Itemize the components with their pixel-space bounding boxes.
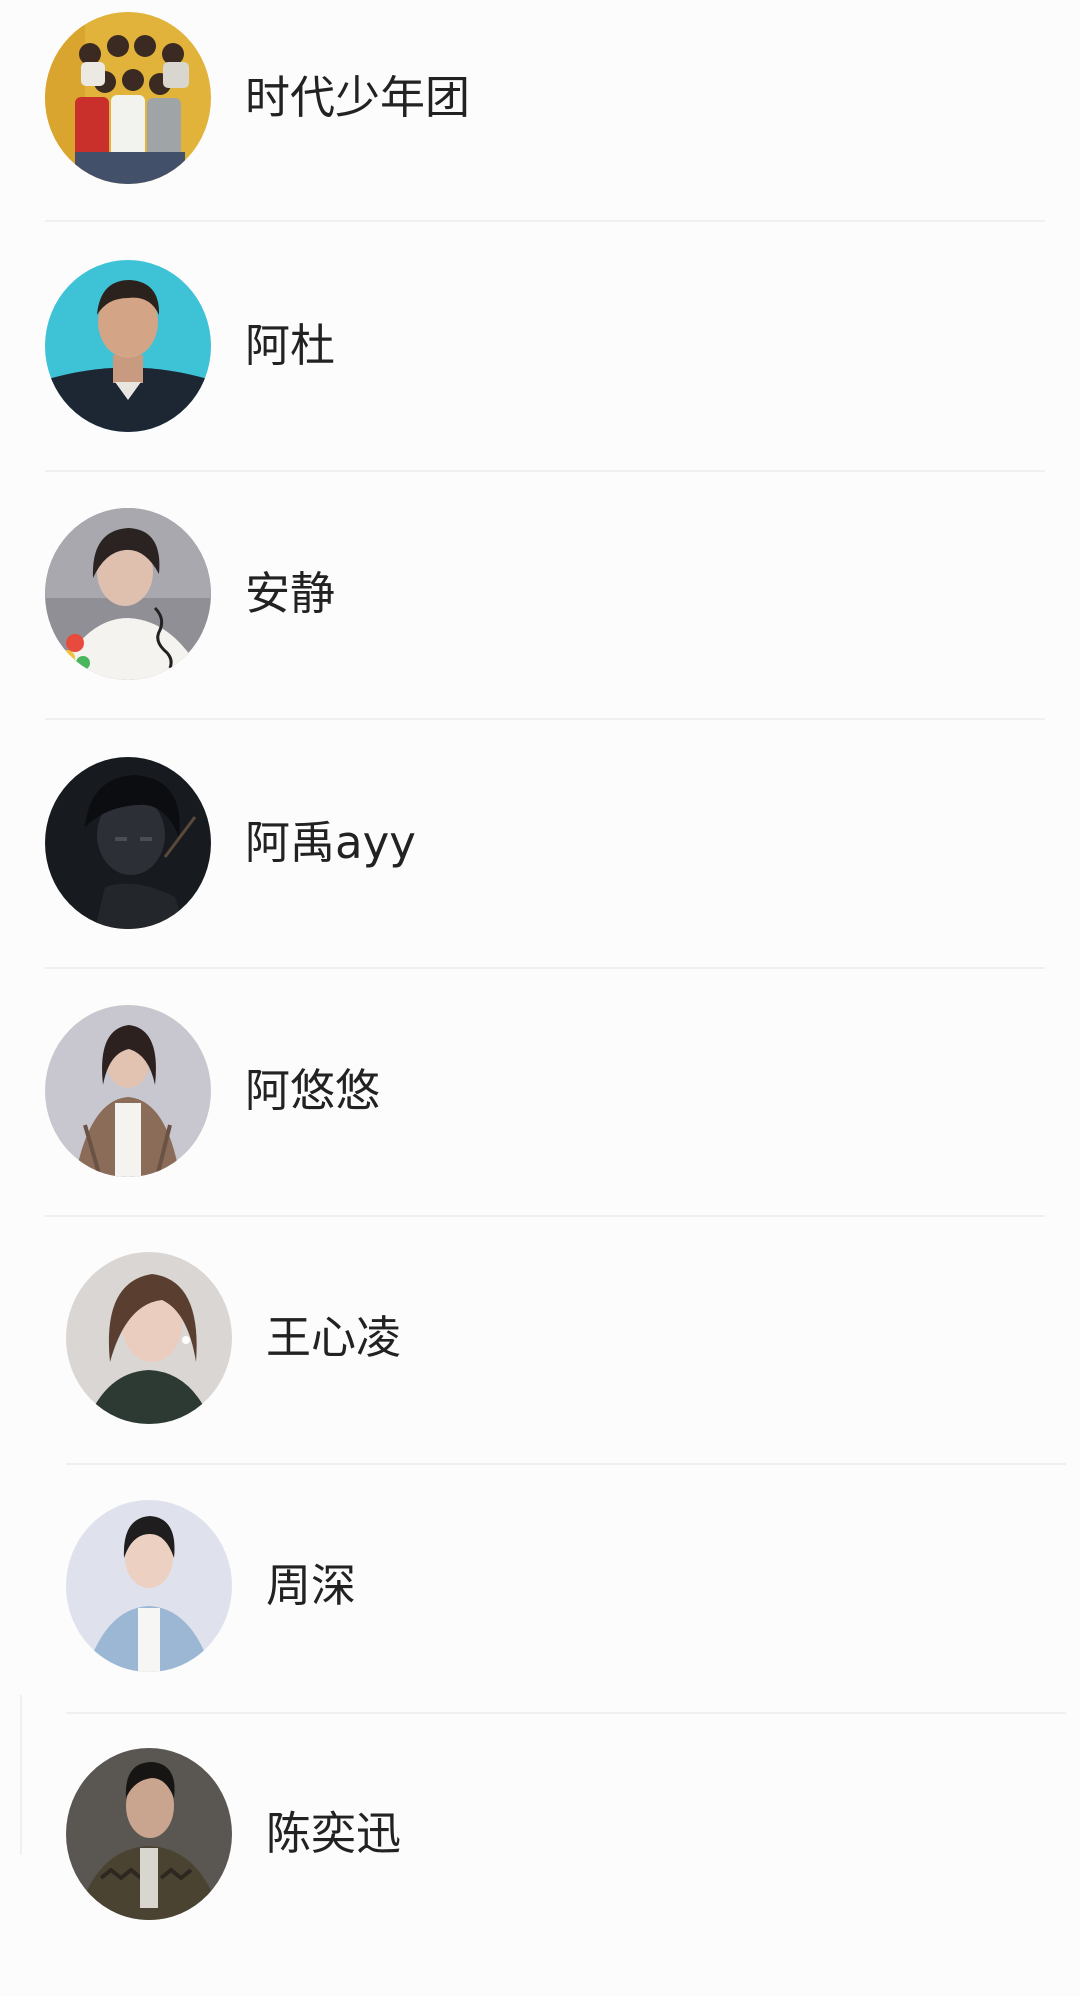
artist-row[interactable]: 王心凌 bbox=[0, 1252, 1080, 1500]
artist-name: 阿杜 bbox=[245, 319, 336, 372]
row-divider bbox=[66, 1463, 1066, 1465]
row-divider bbox=[45, 470, 1045, 472]
artist-row[interactable]: 时代少年团 bbox=[0, 12, 1080, 260]
artist-row[interactable]: 安静 bbox=[0, 508, 1080, 756]
artist-row[interactable]: 阿禹ayy bbox=[0, 757, 1080, 1005]
female-portrait-avatar bbox=[45, 508, 211, 680]
scroll-edge bbox=[0, 1695, 22, 1855]
artist-name: 阿禹ayy bbox=[245, 816, 416, 869]
row-divider bbox=[66, 1712, 1066, 1714]
female-portrait-avatar bbox=[45, 1005, 211, 1177]
row-divider bbox=[45, 718, 1045, 720]
artist-row[interactable]: 阿悠悠 bbox=[0, 1005, 1080, 1253]
artist-row[interactable]: 阿杜 bbox=[0, 260, 1080, 508]
group-photo-avatar bbox=[45, 12, 211, 184]
artist-row[interactable]: 陈奕迅 bbox=[0, 1748, 1080, 1996]
row-divider bbox=[45, 1215, 1045, 1217]
artist-name: 安静 bbox=[245, 567, 336, 620]
row-divider bbox=[45, 967, 1045, 969]
artist-name: 陈奕迅 bbox=[266, 1807, 402, 1860]
artist-name: 阿悠悠 bbox=[245, 1064, 381, 1117]
male-portrait-avatar bbox=[45, 260, 211, 432]
artist-list: 时代少年团 阿杜 安静 阿禹ayy 阿悠悠 王心凌 周深 陈奕迅 bbox=[0, 0, 1080, 1920]
artist-name: 王心凌 bbox=[266, 1311, 402, 1364]
male-portrait-avatar bbox=[66, 1748, 232, 1920]
artist-row[interactable]: 周深 bbox=[0, 1500, 1080, 1748]
row-divider bbox=[45, 220, 1045, 222]
artist-name: 时代少年团 bbox=[245, 71, 471, 124]
anime-portrait-avatar bbox=[45, 757, 211, 929]
artist-name: 周深 bbox=[266, 1559, 357, 1612]
male-portrait-avatar bbox=[66, 1500, 232, 1672]
female-portrait-avatar bbox=[66, 1252, 232, 1424]
